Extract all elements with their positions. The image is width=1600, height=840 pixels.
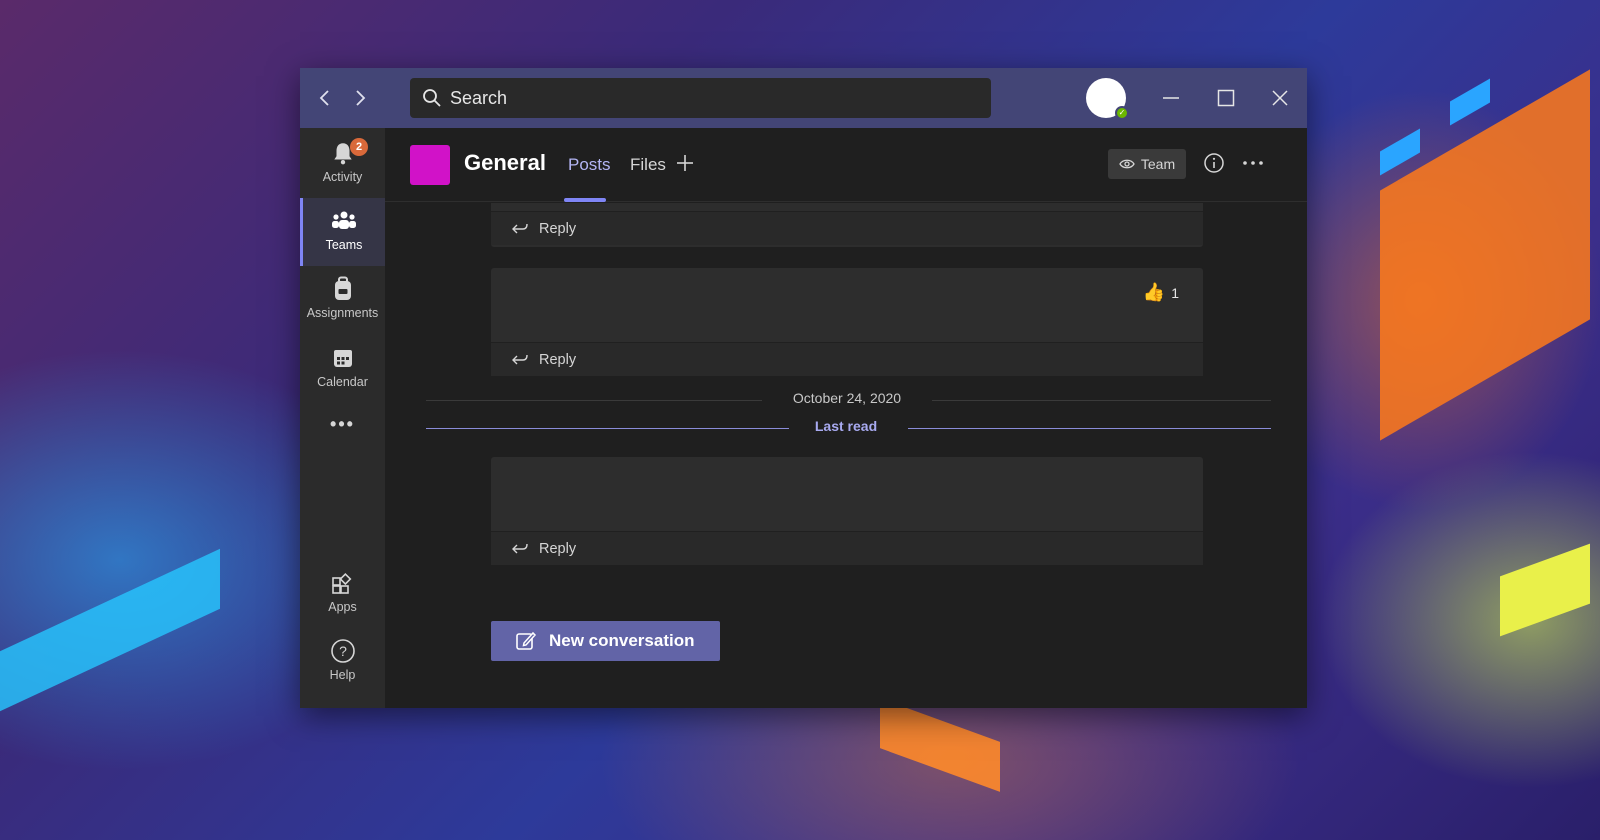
- rail-label-help: Help: [329, 668, 356, 682]
- active-tab-indicator: [564, 198, 606, 202]
- minimize-icon: [1163, 97, 1179, 99]
- back-button[interactable]: [313, 86, 337, 110]
- post-body: [491, 457, 1203, 531]
- rail-item-apps[interactable]: Apps: [300, 560, 385, 628]
- reply-label: Reply: [539, 540, 577, 557]
- rail-label-apps: Apps: [328, 600, 357, 614]
- post-card: Reply: [491, 457, 1203, 565]
- rail-item-assignments[interactable]: Assignments: [300, 266, 385, 334]
- forward-button[interactable]: [348, 86, 372, 110]
- wallpaper-block: [1450, 78, 1490, 126]
- info-icon: [1204, 153, 1224, 173]
- more-horizontal-icon: [1243, 161, 1263, 165]
- close-button[interactable]: [1264, 82, 1296, 114]
- calendar-icon: [333, 350, 352, 367]
- more-options-button[interactable]: [1242, 152, 1264, 178]
- reply-icon: [512, 223, 528, 233]
- rail-item-calendar[interactable]: Calendar: [300, 335, 385, 403]
- post-card: Reply: [491, 203, 1203, 247]
- new-conversation-label: New conversation: [549, 631, 695, 650]
- presence-available-icon: ✓: [1115, 106, 1129, 120]
- post-card: 👍 1 Reply: [491, 268, 1203, 376]
- new-conversation-button[interactable]: New conversation: [491, 621, 720, 661]
- maximize-button[interactable]: [1210, 82, 1242, 114]
- channel-header: General Posts Files Team: [385, 128, 1307, 202]
- reaction-count: 1: [1171, 284, 1179, 301]
- search-icon: [423, 89, 441, 107]
- tab-posts[interactable]: Posts: [568, 155, 611, 175]
- more-apps-icon: •••: [330, 414, 355, 434]
- search-input[interactable]: [450, 87, 950, 109]
- avatar[interactable]: ✓: [1086, 78, 1129, 120]
- reply-icon: [512, 543, 528, 553]
- date-divider: October 24, 2020: [792, 390, 902, 406]
- post-body: 👍 1: [491, 268, 1203, 342]
- wallpaper-block: [1380, 128, 1420, 176]
- minimize-button[interactable]: [1155, 82, 1187, 114]
- plus-icon: [677, 155, 693, 171]
- last-read-line: [426, 428, 789, 429]
- date-divider-line: [932, 400, 1271, 401]
- last-read-line: [908, 428, 1271, 429]
- close-icon: [1272, 90, 1288, 106]
- team-visibility-button[interactable]: Team: [1108, 149, 1186, 179]
- add-tab-button[interactable]: [675, 152, 695, 180]
- rail-item-teams[interactable]: Teams: [300, 198, 385, 266]
- apps-icon: [331, 572, 351, 594]
- rail-item-activity[interactable]: 2 Activity: [300, 130, 385, 198]
- wallpaper-block: [880, 698, 1000, 792]
- wallpaper-block: [0, 548, 220, 712]
- last-read-marker: Last read: [814, 418, 878, 434]
- channel-title: General: [464, 150, 546, 175]
- teams-window: ✓ 2 Activity Teams Assignments Calendar: [300, 68, 1307, 708]
- maximize-icon: [1217, 89, 1235, 107]
- reply-button[interactable]: Reply: [491, 342, 1203, 376]
- reply-label: Reply: [539, 220, 577, 237]
- channel-info-button[interactable]: [1203, 152, 1225, 179]
- wallpaper-block: [1380, 69, 1590, 441]
- tab-files[interactable]: Files: [630, 155, 666, 175]
- activity-badge: 2: [350, 138, 368, 156]
- reply-button[interactable]: Reply: [491, 211, 1203, 245]
- rail-label-activity: Activity: [322, 170, 363, 184]
- forward-arrow-icon: [356, 90, 366, 106]
- backpack-icon: [334, 276, 351, 300]
- rail-item-help[interactable]: ? Help: [300, 628, 385, 696]
- back-arrow-icon: [319, 90, 329, 106]
- reply-label: Reply: [539, 351, 577, 368]
- rail-more-button[interactable]: •••: [300, 414, 385, 444]
- teams-icon: [332, 211, 356, 229]
- help-icon: ?: [330, 639, 355, 663]
- search-box[interactable]: [410, 78, 991, 118]
- reply-icon: [512, 354, 528, 364]
- compose-icon: [516, 631, 537, 650]
- wallpaper-block: [1500, 543, 1590, 637]
- svg-text:?: ?: [339, 643, 347, 659]
- eye-icon: [1119, 159, 1135, 169]
- title-bar: ✓: [300, 68, 1307, 128]
- date-divider-line: [426, 400, 762, 401]
- reply-button[interactable]: Reply: [491, 531, 1203, 565]
- rail-label-teams: Teams: [325, 238, 363, 252]
- rail-label-assignments: Assignments: [306, 306, 379, 320]
- team-button-label: Team: [1140, 156, 1176, 172]
- app-rail: 2 Activity Teams Assignments Calendar ••…: [300, 128, 385, 708]
- team-avatar: [410, 145, 450, 185]
- thumbs-up-icon: 👍: [1142, 282, 1166, 302]
- rail-label-calendar: Calendar: [317, 375, 368, 389]
- reaction-like[interactable]: 👍 1: [1143, 282, 1179, 303]
